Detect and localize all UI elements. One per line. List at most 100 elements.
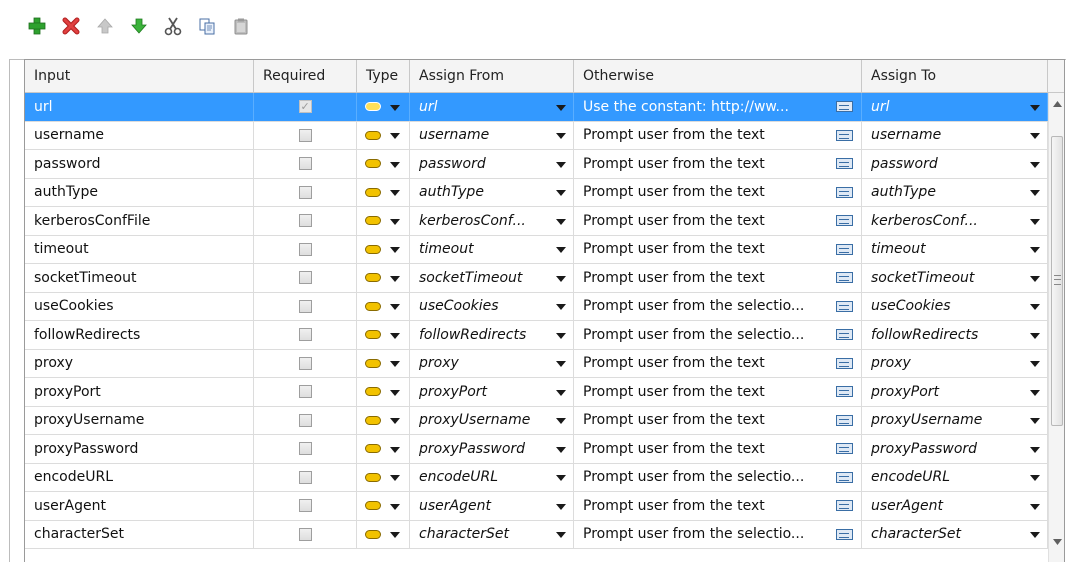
table-row[interactable]: proxyPassword proxyPassword Prompt user fr…	[25, 435, 1048, 464]
assign-from-dropdown[interactable]: socketTimeout	[410, 264, 574, 292]
assign-from-dropdown[interactable]: proxyPassword	[410, 435, 574, 463]
otherwise-cell[interactable]: Prompt user from the text	[574, 207, 862, 235]
type-dropdown[interactable]	[357, 93, 410, 121]
required-checkbox[interactable]	[298, 499, 312, 513]
input-name-cell[interactable]: userAgent	[25, 492, 254, 520]
assign-to-dropdown[interactable]: password	[862, 150, 1048, 178]
required-checkbox[interactable]	[298, 385, 312, 399]
assign-from-dropdown[interactable]: timeout	[410, 235, 574, 263]
type-dropdown[interactable]	[357, 292, 410, 320]
input-name-cell[interactable]: proxyPort	[25, 378, 254, 406]
assign-to-dropdown[interactable]: url	[862, 93, 1048, 121]
assign-from-dropdown[interactable]: proxyPort	[410, 378, 574, 406]
input-name-cell[interactable]: followRedirects	[25, 321, 254, 349]
otherwise-cell[interactable]: Prompt user from the text	[574, 378, 862, 406]
type-dropdown[interactable]	[357, 178, 410, 206]
assign-to-dropdown[interactable]: characterSet	[862, 520, 1048, 548]
otherwise-cell[interactable]: Prompt user from the text	[574, 435, 862, 463]
input-name-cell[interactable]: socketTimeout	[25, 264, 254, 292]
type-dropdown[interactable]	[357, 463, 410, 491]
assign-to-dropdown[interactable]: proxyUsername	[862, 406, 1048, 434]
type-dropdown[interactable]	[357, 492, 410, 520]
required-checkbox[interactable]	[298, 157, 312, 171]
column-header-input[interactable]: Input	[25, 60, 254, 92]
column-header-type[interactable]: Type	[357, 60, 410, 92]
vertical-scrollbar[interactable]	[1048, 93, 1064, 562]
input-name-cell[interactable]: proxyPassword	[25, 435, 254, 463]
assign-to-dropdown[interactable]: timeout	[862, 235, 1048, 263]
otherwise-cell[interactable]: Prompt user from the text	[574, 150, 862, 178]
edit-otherwise-icon[interactable]	[836, 300, 853, 312]
input-name-cell[interactable]: password	[25, 150, 254, 178]
type-dropdown[interactable]	[357, 121, 410, 149]
type-dropdown[interactable]	[357, 150, 410, 178]
column-header-required[interactable]: Required	[254, 60, 357, 92]
edit-otherwise-icon[interactable]	[836, 243, 853, 255]
table-row[interactable]: proxy proxy Prompt user from the text proxy	[25, 349, 1048, 378]
otherwise-cell[interactable]: Use the constant: http://ww...	[574, 93, 862, 121]
assign-to-dropdown[interactable]: socketTimeout	[862, 264, 1048, 292]
table-row[interactable]: followRedirects followRedirects Prompt use…	[25, 321, 1048, 350]
table-row[interactable]: url ✓ url Use the constant: http://ww... url	[25, 93, 1048, 122]
table-row[interactable]: password password Prompt user from the tex…	[25, 150, 1048, 179]
type-dropdown[interactable]	[357, 264, 410, 292]
otherwise-cell[interactable]: Prompt user from the selectio...	[574, 292, 862, 320]
assign-from-dropdown[interactable]: url	[410, 93, 574, 121]
required-checkbox[interactable]	[298, 299, 312, 313]
edit-otherwise-icon[interactable]	[836, 500, 853, 512]
assign-from-dropdown[interactable]: proxyUsername	[410, 406, 574, 434]
required-checkbox[interactable]	[298, 356, 312, 370]
input-name-cell[interactable]: username	[25, 121, 254, 149]
type-dropdown[interactable]	[357, 321, 410, 349]
column-header-assign-to[interactable]: Assign To	[862, 60, 1048, 92]
otherwise-cell[interactable]: Prompt user from the selectio...	[574, 463, 862, 491]
otherwise-cell[interactable]: Prompt user from the text	[574, 235, 862, 263]
column-header-assign-from[interactable]: Assign From	[410, 60, 574, 92]
table-row[interactable]: socketTimeout socketTimeout Prompt user fr…	[25, 264, 1048, 293]
otherwise-cell[interactable]: Prompt user from the text	[574, 492, 862, 520]
table-row[interactable]: timeout timeout Prompt user from the text t…	[25, 235, 1048, 264]
assign-to-dropdown[interactable]: followRedirects	[862, 321, 1048, 349]
edit-otherwise-icon[interactable]	[836, 158, 853, 170]
assign-to-dropdown[interactable]: authType	[862, 178, 1048, 206]
move-up-button[interactable]	[94, 15, 116, 37]
otherwise-cell[interactable]: Prompt user from the text	[574, 178, 862, 206]
scroll-down-arrow-icon[interactable]	[1049, 534, 1064, 550]
input-name-cell[interactable]: kerberosConfFile	[25, 207, 254, 235]
assign-to-dropdown[interactable]: useCookies	[862, 292, 1048, 320]
input-name-cell[interactable]: encodeURL	[25, 463, 254, 491]
table-row[interactable]: kerberosConfFile kerberosConf... Prompt us…	[25, 207, 1048, 236]
otherwise-cell[interactable]: Prompt user from the text	[574, 406, 862, 434]
copy-button[interactable]	[196, 15, 218, 37]
cut-button[interactable]	[162, 15, 184, 37]
required-checkbox[interactable]	[298, 442, 312, 456]
table-row[interactable]: userAgent userAgent Prompt user from the t…	[25, 492, 1048, 521]
scrollbar-thumb[interactable]	[1051, 136, 1063, 426]
type-dropdown[interactable]	[357, 520, 410, 548]
assign-from-dropdown[interactable]: kerberosConf...	[410, 207, 574, 235]
table-row[interactable]: encodeURL encodeURL Prompt user from the s…	[25, 463, 1048, 492]
assign-from-dropdown[interactable]: followRedirects	[410, 321, 574, 349]
edit-otherwise-icon[interactable]	[836, 471, 853, 483]
assign-to-dropdown[interactable]: userAgent	[862, 492, 1048, 520]
table-row[interactable]: authType authType Prompt user from the tex…	[25, 178, 1048, 207]
edit-otherwise-icon[interactable]	[836, 329, 853, 341]
assign-from-dropdown[interactable]: authType	[410, 178, 574, 206]
required-checkbox[interactable]	[298, 413, 312, 427]
assign-from-dropdown[interactable]: encodeURL	[410, 463, 574, 491]
type-dropdown[interactable]	[357, 207, 410, 235]
input-name-cell[interactable]: proxy	[25, 349, 254, 377]
otherwise-cell[interactable]: Prompt user from the text	[574, 264, 862, 292]
delete-row-button[interactable]	[60, 15, 82, 37]
assign-to-dropdown[interactable]: proxyPort	[862, 378, 1048, 406]
table-row[interactable]: username username Prompt user from the tex…	[25, 121, 1048, 150]
table-row[interactable]: useCookies useCookies Prompt user from the…	[25, 292, 1048, 321]
required-checkbox[interactable]	[298, 185, 312, 199]
add-row-button[interactable]	[26, 15, 48, 37]
assign-to-dropdown[interactable]: encodeURL	[862, 463, 1048, 491]
assign-to-dropdown[interactable]: username	[862, 121, 1048, 149]
otherwise-cell[interactable]: Prompt user from the text	[574, 121, 862, 149]
edit-otherwise-icon[interactable]	[836, 386, 853, 398]
assign-from-dropdown[interactable]: username	[410, 121, 574, 149]
required-checkbox[interactable]	[298, 527, 312, 541]
